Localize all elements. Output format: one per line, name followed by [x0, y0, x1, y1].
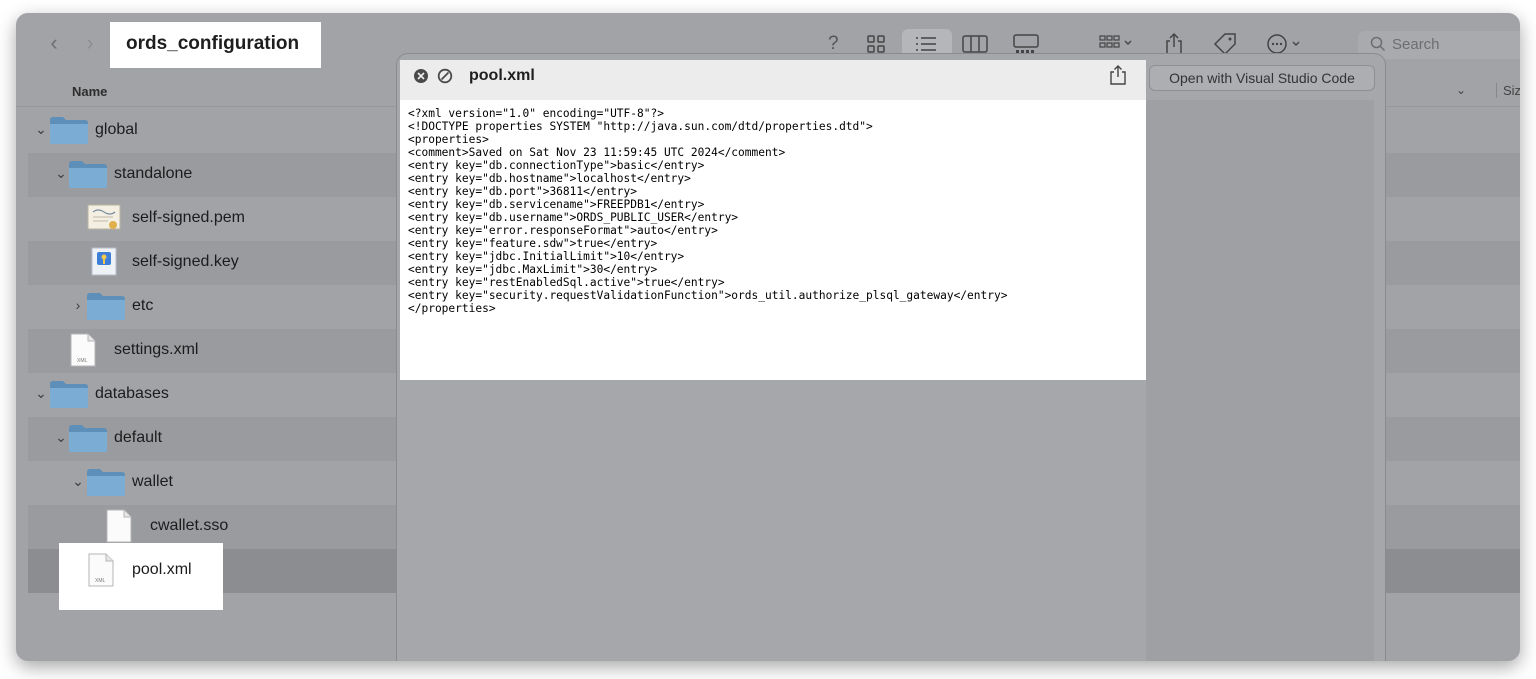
chevron-right-icon[interactable]: › [71, 297, 85, 313]
quicklook-empty-area [1146, 100, 1374, 661]
folder-icon [49, 379, 89, 414]
name-column-header[interactable]: Name [72, 84, 107, 99]
file-name: cwallet.sso [150, 517, 229, 534]
key-file-icon [86, 247, 122, 282]
file-name: global [95, 121, 138, 138]
size-column-header[interactable]: Size [1496, 83, 1520, 98]
close-icon[interactable] [413, 68, 429, 84]
chevron-down-icon[interactable]: ⌄ [54, 429, 68, 446]
folder-icon [68, 423, 108, 458]
open-with-vscode-button[interactable]: Open with Visual Studio Code [1149, 65, 1375, 91]
svg-text:XML: XML [95, 578, 106, 584]
quicklook-header: pool.xml Open with Visual Studio Code [397, 54, 1385, 100]
quicklook-filename: pool.xml [469, 67, 535, 84]
grid-icon [867, 35, 885, 53]
share-icon[interactable] [1109, 64, 1127, 86]
folder-title: ords_configuration [126, 33, 300, 54]
columns-icon [962, 35, 988, 53]
file-name: databases [95, 385, 169, 402]
file-content: <?xml version="1.0" encoding="UTF-8"?> <… [400, 100, 1146, 380]
search-icon [1370, 36, 1386, 52]
chevron-down-icon[interactable]: ⌄ [54, 165, 68, 182]
folder-icon [49, 115, 89, 150]
finder-window: ‹ › ords_configuration ? Search Name ⌄ S… [16, 13, 1520, 661]
chevron-down-icon[interactable]: ⌄ [71, 473, 85, 490]
selected-file-name[interactable]: pool.xml [132, 561, 192, 579]
chevron-down-icon[interactable]: ⌄ [34, 385, 48, 402]
file-name: settings.xml [114, 341, 199, 358]
forward-button[interactable]: › [80, 32, 100, 54]
quicklook-panel: pool.xml Open with Visual Studio Code <?… [396, 53, 1386, 661]
gallery-icon [1013, 34, 1039, 53]
file-name: default [114, 429, 163, 446]
file-name: etc [132, 297, 154, 314]
file-name: standalone [114, 165, 193, 182]
list-icon [916, 37, 936, 51]
sort-chevron-icon[interactable]: ⌄ [1456, 83, 1466, 97]
xml-file-icon: XML [68, 333, 98, 372]
folder-icon [86, 291, 126, 326]
search-placeholder: Search [1392, 36, 1440, 53]
folder-icon [86, 467, 126, 502]
chevron-down-icon[interactable]: ⌄ [34, 121, 48, 138]
certificate-icon [86, 203, 122, 238]
file-name: self-signed.pem [132, 209, 245, 226]
group-icon [1099, 35, 1132, 48]
folder-icon [68, 159, 108, 194]
svg-text:XML: XML [77, 358, 88, 364]
back-button[interactable]: ‹ [44, 32, 64, 54]
xml-file-icon: XML [86, 553, 116, 592]
folder-title-box: ords_configuration [110, 22, 321, 68]
file-name: wallet [132, 473, 173, 490]
fullscreen-icon[interactable] [437, 68, 453, 84]
file-name: self-signed.key [132, 253, 239, 270]
